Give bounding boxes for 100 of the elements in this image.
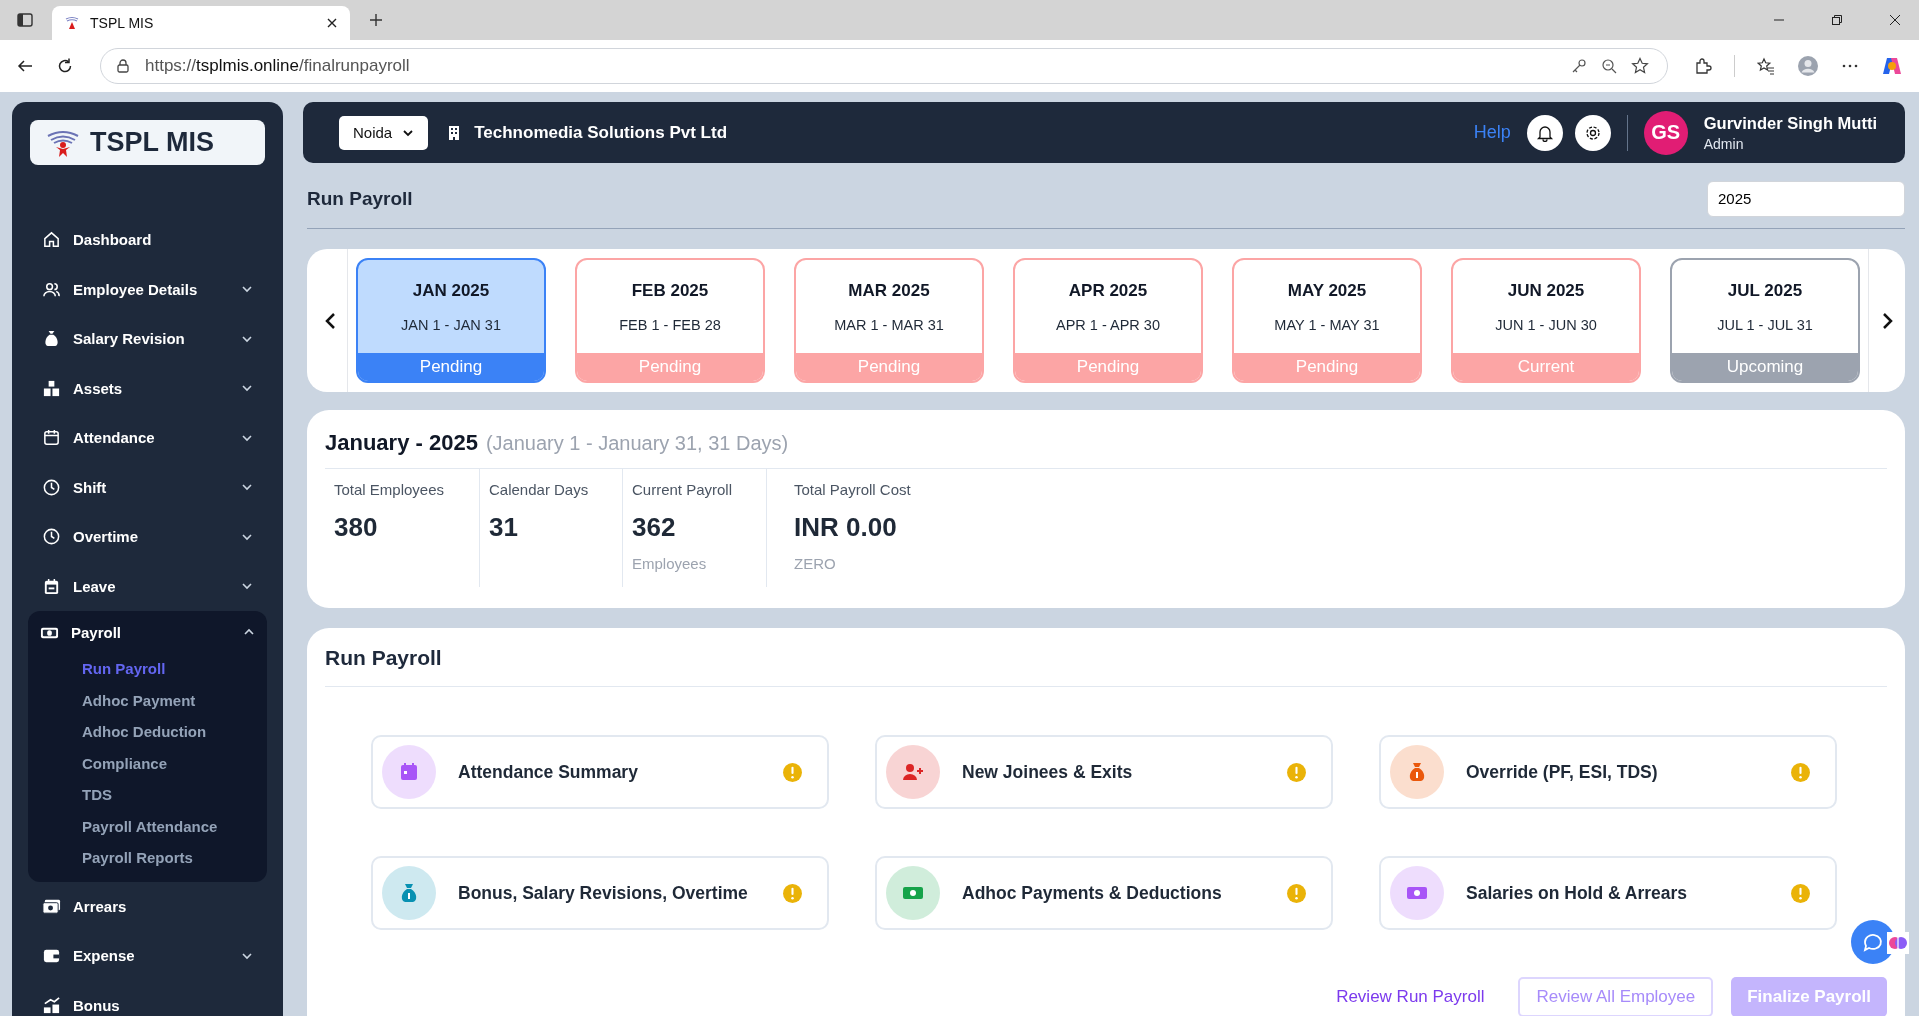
month-range: JUN 1 - JUN 30 [1495, 316, 1597, 333]
month-title: MAY 2025 [1287, 280, 1367, 301]
status-band: Pending [358, 353, 544, 381]
stat-value: INR 0.00 [794, 512, 898, 543]
task-card[interactable]: New Joinees & Exits [875, 735, 1333, 809]
nav-item[interactable]: Leave [30, 561, 265, 611]
stat-note: Employees [632, 555, 708, 572]
status-band: Pending [1234, 353, 1420, 381]
nav-item[interactable]: Dashboard [30, 215, 265, 265]
nav-item[interactable]: Attendance [30, 413, 265, 463]
settings-button[interactable] [1574, 114, 1611, 151]
logo-icon [64, 15, 80, 31]
location-select[interactable]: Noida [339, 115, 429, 150]
puzzle-icon[interactable] [1694, 57, 1712, 75]
month-title: FEB 2025 [631, 280, 709, 301]
month-range: FEB 1 - FEB 28 [619, 316, 721, 333]
month-card[interactable]: JAN 2025 JAN 1 - JAN 31 Pending [356, 258, 546, 383]
browser-tab[interactable]: TSPL MIS [52, 6, 350, 40]
new-tab-icon[interactable] [368, 12, 384, 28]
year-field[interactable]: 2025 [1707, 180, 1905, 217]
user-plus-icon [902, 761, 924, 783]
chat-icon [1862, 931, 1884, 953]
site-info-icon [115, 58, 131, 74]
reload-icon[interactable] [56, 57, 74, 75]
task-card[interactable]: Salaries on Hold & Arrears [1379, 856, 1837, 930]
sidebar-toggle-icon[interactable] [16, 11, 34, 29]
bell-icon [1535, 123, 1554, 142]
warning-icon [1790, 882, 1811, 904]
company-name: Technomedia Solutions Pvt Ltd [474, 122, 727, 143]
clock-icon [42, 477, 61, 497]
boxes-icon [42, 378, 61, 398]
period-heading: January - 2025 [325, 430, 478, 456]
task-card[interactable]: Adhoc Payments & Deductions [875, 856, 1333, 930]
month-range: APR 1 - APR 30 [1056, 316, 1160, 333]
close-icon[interactable] [326, 17, 338, 29]
zoom-out-icon[interactable] [1601, 58, 1617, 74]
period-subheading: (January 1 - January 31, 31 Days) [485, 432, 789, 455]
nav-item[interactable]: Bonus [30, 980, 265, 1016]
nav-item[interactable]: Salary Revision [30, 314, 265, 364]
favorites-icon[interactable] [1757, 57, 1775, 75]
calendar-icon [42, 428, 61, 448]
month-range: JAN 1 - JAN 31 [401, 316, 501, 333]
month-card[interactable]: MAR 2025 MAR 1 - MAR 31 Pending [794, 258, 984, 383]
month-range: MAY 1 - MAY 31 [1274, 316, 1380, 333]
nav-item[interactable]: Payroll [28, 611, 267, 653]
user-role: Admin [1703, 135, 1745, 152]
month-card[interactable]: FEB 2025 FEB 1 - FEB 28 Pending [575, 258, 765, 383]
user-avatar[interactable]: GS [1643, 110, 1688, 155]
month-title: JUL 2025 [1727, 280, 1803, 301]
clock-icon [42, 527, 61, 547]
nav-subitem[interactable]: Payroll Reports [28, 842, 267, 874]
warning-icon [782, 761, 803, 783]
logo[interactable]: TSPL MIS [30, 120, 265, 165]
month-title: JUN 2025 [1507, 280, 1585, 301]
nav-subitem[interactable]: Adhoc Payment [28, 684, 267, 716]
warning-icon [1286, 882, 1307, 904]
status-band: Upcoming [1672, 353, 1858, 381]
stat-label: Total Employees [334, 481, 446, 498]
restore-icon[interactable] [1831, 14, 1843, 26]
chevron-right-icon[interactable] [1881, 310, 1895, 331]
moneybag-icon [42, 329, 61, 349]
nav-item[interactable]: Employee Details [30, 264, 265, 314]
month-title: MAR 2025 [848, 280, 930, 301]
nav-item[interactable]: Arrears [30, 881, 265, 931]
nav-subitem[interactable]: Payroll Attendance [28, 810, 267, 842]
nav-subitem[interactable]: Adhoc Deduction [28, 716, 267, 748]
url-text: https://tsplmis.online/finalrunpayroll [145, 56, 410, 76]
month-card[interactable]: JUN 2025 JUN 1 - JUN 30 Current [1451, 258, 1641, 383]
stat-label: Total Payroll Cost [794, 481, 911, 498]
star-icon[interactable] [1631, 57, 1649, 75]
nav-item[interactable]: Shift [30, 462, 265, 512]
month-title: JAN 2025 [412, 280, 490, 301]
home-icon [42, 230, 61, 250]
nav-subitem[interactable]: TDS [28, 779, 267, 811]
warning-icon [782, 882, 803, 904]
month-card[interactable]: APR 2025 APR 1 - APR 30 Pending [1013, 258, 1203, 383]
calendar-minus-icon [42, 576, 61, 596]
nav-subitem[interactable]: Run Payroll [28, 653, 267, 685]
stat-value: 31 [489, 512, 519, 543]
month-card[interactable]: MAY 2025 MAY 1 - MAY 31 Pending [1232, 258, 1422, 383]
user-name: Gurvinder Singh Mutti [1703, 113, 1877, 133]
close-icon[interactable] [1889, 14, 1901, 26]
chevron-left-icon[interactable] [323, 310, 337, 331]
nav-item[interactable]: Assets [30, 363, 265, 413]
status-band: Current [1453, 353, 1639, 381]
notification-button[interactable] [1526, 114, 1563, 151]
warning-icon [1790, 761, 1811, 783]
help-link[interactable]: Help [1473, 122, 1511, 143]
nav-subitem[interactable]: Compliance [28, 747, 267, 779]
task-card[interactable]: Override (PF, ESI, TDS) [1379, 735, 1837, 809]
stat-label: Calendar Days [489, 481, 590, 498]
month-card[interactable]: JUL 2025 JUL 1 - JUL 31 Upcoming [1670, 258, 1860, 383]
month-title: APR 2025 [1068, 280, 1148, 301]
task-card[interactable]: Attendance Summary [371, 735, 829, 809]
nav-item[interactable]: Overtime [30, 512, 265, 562]
review-link[interactable]: Review Run Payroll [1320, 977, 1501, 1016]
key-icon[interactable] [1571, 58, 1587, 74]
task-card[interactable]: Bonus, Salary Revisions, Overtime [371, 856, 829, 930]
nav-item[interactable]: Expense [30, 931, 265, 981]
stat-value: 362 [632, 512, 677, 543]
